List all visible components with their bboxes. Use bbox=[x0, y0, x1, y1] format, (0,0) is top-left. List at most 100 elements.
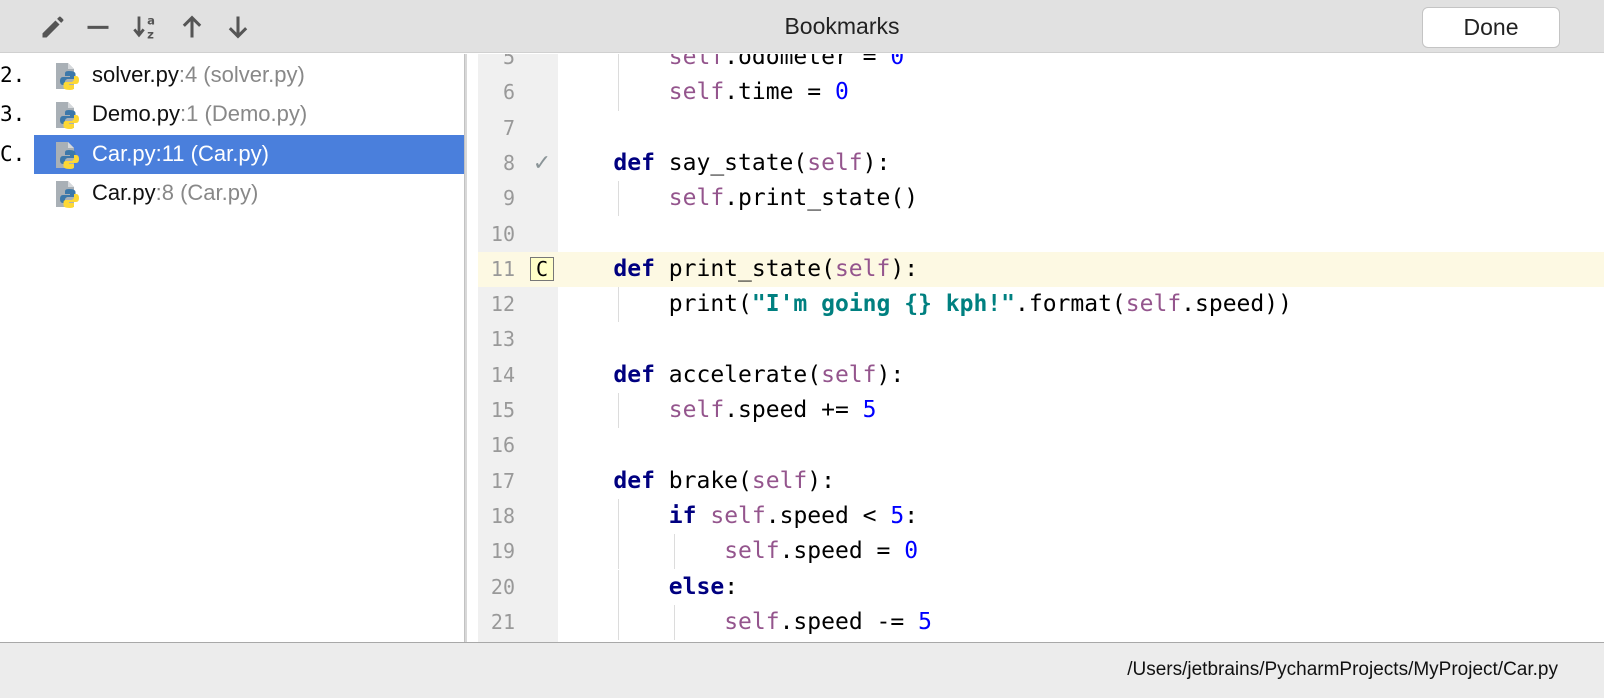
indent-guide bbox=[618, 287, 620, 323]
code-token: .speed += bbox=[724, 397, 863, 423]
code-token: 5 bbox=[890, 502, 905, 529]
code-token: def bbox=[613, 255, 655, 282]
code-text: print("I'm going {} kph!".format(self.sp… bbox=[669, 290, 1292, 318]
line-number: 18 bbox=[490, 503, 515, 528]
code-token: self bbox=[724, 608, 780, 635]
bookmarks-header: az Bookmarks Done bbox=[0, 0, 1604, 53]
code-line: 20 else: bbox=[478, 569, 1604, 605]
python-file-icon bbox=[53, 180, 81, 208]
line-number: 15 bbox=[490, 398, 515, 422]
code-line: 12 print("I'm going {} kph!".format(self.… bbox=[478, 287, 1604, 323]
bookmark-label: solver.py:4 (solver.py) bbox=[92, 62, 305, 88]
code-token: ): bbox=[862, 149, 891, 176]
bookmark-file-name: Car.py bbox=[92, 179, 156, 205]
code-token: self bbox=[668, 185, 725, 212]
bookmark-item[interactable]: Car.py:8 (Car.py) bbox=[0, 174, 464, 213]
code-token: "I'm going {} kph!" bbox=[751, 291, 1015, 318]
bookmark-item[interactable]: C. Car.py:11 (Car.py) bbox=[0, 134, 464, 174]
code-token: self bbox=[834, 255, 891, 282]
python-file-icon bbox=[53, 101, 81, 130]
code-token: self bbox=[724, 538, 780, 565]
splitter[interactable] bbox=[464, 54, 467, 642]
line-number: 9 bbox=[502, 186, 515, 211]
code-token: self bbox=[668, 397, 725, 423]
code-token: self bbox=[751, 467, 808, 494]
code-token: .odometer = bbox=[724, 54, 891, 70]
code-line: 19 self.speed = 0 bbox=[478, 534, 1604, 570]
indent-guide bbox=[618, 181, 620, 217]
code-token: print( bbox=[668, 291, 752, 318]
bookmark-row-body[interactable]: Car.py:11 (Car.py) bbox=[34, 134, 464, 174]
status-bar: /Users/jetbrains/PycharmProjects/MyProje… bbox=[0, 642, 1604, 698]
code-line: 17 def brake(self): bbox=[478, 464, 1604, 499]
bookmark-file-name: solver.py bbox=[92, 62, 179, 87]
code-token: brake( bbox=[654, 467, 752, 494]
code-token: else bbox=[668, 573, 725, 600]
code-token: def bbox=[613, 467, 655, 494]
code-token: 5 bbox=[862, 397, 877, 423]
code-token: : bbox=[724, 573, 739, 600]
line-number: 17 bbox=[490, 468, 515, 493]
code-line: 7 bbox=[478, 111, 1604, 146]
code-text: else: bbox=[669, 573, 738, 601]
bookmark-check-icon[interactable]: ✓ bbox=[530, 150, 554, 176]
code-token: def bbox=[613, 361, 655, 388]
code-line: 14 def accelerate(self): bbox=[478, 358, 1604, 393]
code-text: def accelerate(self): bbox=[613, 361, 904, 389]
bookmark-file: (solver.py) bbox=[197, 62, 305, 87]
indent-guide bbox=[618, 75, 620, 111]
code-token: print_state( bbox=[654, 255, 835, 282]
code-token: .format( bbox=[1015, 291, 1126, 318]
line-number: 12 bbox=[490, 292, 515, 317]
code-line: 5 self.odometer = 0 bbox=[478, 54, 1604, 76]
code-token: self bbox=[668, 54, 725, 70]
bookmark-line: :1 bbox=[180, 101, 199, 127]
indent-guide bbox=[618, 534, 620, 570]
code-token: def bbox=[613, 149, 655, 176]
code-text: def brake(self): bbox=[613, 467, 835, 495]
file-path: /Users/jetbrains/PycharmProjects/MyProje… bbox=[1127, 659, 1558, 680]
line-number: 13 bbox=[490, 327, 515, 352]
bookmark-row-body[interactable]: Car.py:8 (Car.py) bbox=[34, 174, 464, 213]
dialog-title: Bookmarks bbox=[784, 13, 900, 39]
code-line: 8 ✓ def say_state(self): bbox=[478, 146, 1604, 181]
code-token: self bbox=[1125, 291, 1182, 318]
code-token: .speed = bbox=[779, 538, 905, 565]
code-text: def print_state(self): bbox=[613, 255, 918, 283]
done-button[interactable]: Done bbox=[1422, 7, 1560, 48]
code-token: : bbox=[904, 502, 919, 529]
python-file-icon bbox=[53, 62, 81, 90]
code-line: 21 self.speed -= 5 bbox=[478, 604, 1604, 641]
bookmark-mnemonic: C. bbox=[0, 141, 26, 166]
bookmark-row-body[interactable]: Demo.py:1 (Demo.py) bbox=[34, 95, 464, 134]
code-text: def say_state(self): bbox=[613, 149, 890, 177]
code-token: 0 bbox=[890, 54, 905, 70]
code-token: self bbox=[807, 149, 863, 176]
code-token: .speed -= bbox=[779, 608, 919, 635]
indent-guide bbox=[618, 393, 620, 429]
indent-guide bbox=[618, 604, 620, 641]
code-token: if bbox=[668, 502, 697, 529]
bookmark-mnemonic-icon[interactable]: C bbox=[530, 256, 554, 281]
code-token: 0 bbox=[904, 538, 919, 565]
line-number: 5 bbox=[502, 54, 515, 69]
code-text: self.speed -= 5 bbox=[724, 608, 932, 636]
bookmark-item[interactable]: 3. Demo.py:1 (Demo.py) bbox=[0, 95, 464, 134]
bookmark-mnemonic: 3. bbox=[0, 102, 26, 127]
code-token: .speed)) bbox=[1181, 291, 1292, 318]
bookmark-row-body[interactable]: solver.py:4 (solver.py) bbox=[34, 56, 464, 95]
code-token: .speed < bbox=[765, 502, 891, 529]
line-number: 6 bbox=[502, 80, 515, 105]
line-number: 8 bbox=[502, 150, 515, 175]
code-token: self bbox=[710, 502, 766, 529]
bookmark-list: 2. solver.py:4 (solver.py) 3. Demo.py:1 (… bbox=[0, 54, 464, 642]
code-token: self bbox=[668, 79, 725, 106]
code-token: 0 bbox=[834, 79, 849, 106]
code-line: 9 self.print_state() bbox=[478, 181, 1604, 217]
bookmark-item[interactable]: 2. solver.py:4 (solver.py) bbox=[0, 56, 464, 95]
code-line: 16 bbox=[478, 428, 1604, 463]
bookmark-line: :8 bbox=[155, 179, 174, 205]
code-token: accelerate( bbox=[654, 361, 822, 388]
line-number: 16 bbox=[490, 433, 515, 458]
